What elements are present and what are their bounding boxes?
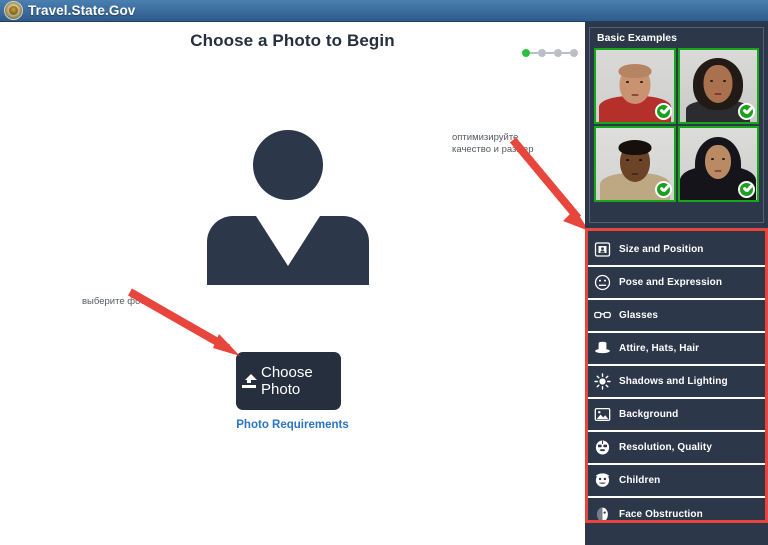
accordion-label: Background — [619, 409, 679, 420]
photo-requirements-link[interactable]: Photo Requirements — [0, 419, 585, 431]
hat-icon — [594, 340, 611, 357]
progress-stepper — [522, 49, 578, 57]
example-photo-grid — [590, 48, 763, 206]
basic-examples-panel: Basic Examples — [589, 27, 764, 223]
upload-icon — [242, 373, 257, 389]
annotation-quality-size-text: оптимизируйте качество и размер — [452, 132, 534, 155]
accordion-label: Size and Position — [619, 244, 704, 255]
accordion-label: Pose and Expression — [619, 277, 723, 288]
face-grid-icon — [594, 439, 611, 456]
person-in-frame-icon — [594, 241, 611, 258]
check-circle-icon — [654, 103, 672, 120]
choose-photo-label: Choose Photo — [261, 364, 313, 398]
requirements-accordion: Size and Position Pose and Expression Gl… — [585, 234, 768, 545]
accordion-item-face-obstruction[interactable]: Face Obstruction — [585, 498, 768, 531]
check-circle-icon — [654, 181, 672, 198]
accordion-label: Attire, Hats, Hair — [619, 343, 700, 354]
example-photo-3[interactable] — [594, 126, 676, 202]
stepper-dot-4[interactable] — [570, 49, 578, 57]
neutral-face-icon — [594, 274, 611, 291]
annotation-choose-photo-text: выберите фото — [82, 296, 150, 307]
avatar-head — [253, 130, 323, 200]
image-icon — [594, 406, 611, 423]
child-face-icon — [594, 472, 611, 489]
accordion-item-size-and-position[interactable]: Size and Position — [585, 234, 768, 267]
brand-title: Travel.State.Gov — [28, 3, 136, 18]
accordion-label: Children — [619, 475, 661, 486]
face-obstruction-icon — [594, 506, 611, 523]
page-title: Choose a Photo to Begin — [190, 31, 395, 50]
example-photo-1[interactable] — [594, 48, 676, 124]
accordion-item-resolution-quality[interactable]: Resolution, Quality — [585, 432, 768, 465]
stepper-dot-2[interactable] — [538, 49, 546, 57]
accordion-item-shadows-and-lighting[interactable]: Shadows and Lighting — [585, 366, 768, 399]
main-content: Choose a Photo to Begin Choose Photo Pho… — [0, 22, 585, 523]
example-photo-2[interactable] — [677, 48, 759, 124]
accordion-label: Resolution, Quality — [619, 442, 713, 453]
accordion-label: Face Obstruction — [619, 509, 703, 520]
stepper-dot-1[interactable] — [522, 49, 530, 57]
accordion-item-glasses[interactable]: Glasses — [585, 300, 768, 333]
check-circle-icon — [738, 103, 755, 120]
stepper-line-2 — [546, 52, 554, 54]
stepper-dot-3[interactable] — [554, 49, 562, 57]
check-circle-icon — [738, 181, 755, 198]
state-department-seal-icon — [4, 1, 23, 20]
right-sidebar: Basic Examples Size and Position Pose an… — [585, 22, 768, 545]
accordion-item-background[interactable]: Background — [585, 399, 768, 432]
accordion-item-attire-hats-hair[interactable]: Attire, Hats, Hair — [585, 333, 768, 366]
accordion-item-pose-and-expression[interactable]: Pose and Expression — [585, 267, 768, 300]
accordion-item-children[interactable]: Children — [585, 465, 768, 498]
avatar-collar-notch — [256, 216, 320, 266]
person-silhouette-icon — [207, 130, 369, 285]
example-photo-4[interactable] — [677, 126, 759, 202]
app-header: Travel.State.Gov — [0, 0, 768, 22]
stepper-line-1 — [530, 52, 538, 54]
choose-photo-button[interactable]: Choose Photo — [236, 352, 341, 410]
accordion-label: Shadows and Lighting — [619, 376, 728, 387]
stepper-line-3 — [562, 52, 570, 54]
accordion-label: Glasses — [619, 310, 659, 321]
glasses-icon — [594, 307, 611, 324]
basic-examples-title: Basic Examples — [597, 32, 677, 44]
sun-icon — [594, 373, 611, 390]
